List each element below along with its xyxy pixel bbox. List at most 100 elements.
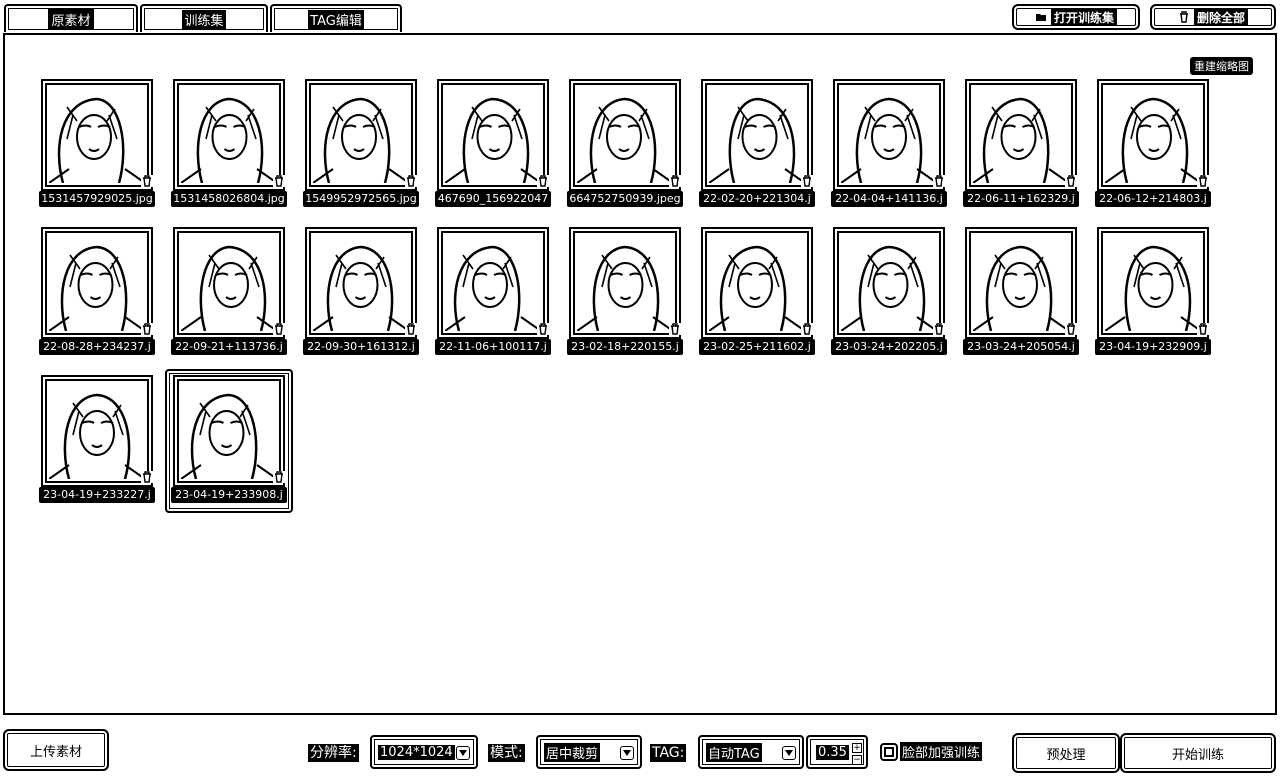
tag-threshold-spinbox[interactable]: 0.35 + − [806,735,868,769]
tab-source-material[interactable]: 原素材 [4,4,138,32]
mode-value: 居中裁剪 [544,742,601,762]
delete-image-icon[interactable] [273,175,285,187]
image-filename: 22-02-20+221304.j [699,191,815,207]
portrait-image [181,393,277,479]
image-thumbnail[interactable]: 23-03-24+205054.j [963,227,1079,355]
image-filename: 23-02-25+211602.j [699,339,815,355]
resolution-select[interactable]: 1024*1024 [370,735,478,769]
thumbnail-image [1097,227,1209,339]
tag-mode-select[interactable]: 自动TAG [698,735,804,769]
image-filename: 22-06-11+162329.j [963,191,1079,207]
portrait-image [49,393,145,479]
delete-image-icon[interactable] [801,323,813,335]
open-training-set-label: 打开训练集 [1050,8,1117,26]
thumbnail-image [833,79,945,191]
tab-training-set-label: 训练集 [182,9,226,29]
thumbnail-image [569,79,681,191]
portrait-image [577,245,673,331]
image-filename: 22-09-30+161312.j [303,339,419,355]
delete-image-icon[interactable] [537,323,549,335]
thumbnail-image [965,79,1077,191]
open-training-set-button[interactable]: 打开训练集 [1012,4,1140,30]
image-filename: 1531457929025.jpg [39,191,155,207]
tab-training-set[interactable]: 训练集 [140,4,268,32]
delete-image-icon[interactable] [141,323,153,335]
image-thumbnail[interactable]: 22-08-28+234237.j [39,227,155,355]
face-boost-checkbox[interactable]: 脸部加强训练 [880,742,983,761]
image-thumbnail[interactable]: 22-09-30+161312.j [303,227,419,355]
image-thumbnail[interactable]: 467690_156922047 [435,79,551,207]
start-training-button[interactable]: 开始训练 [1120,733,1276,773]
decrement-button[interactable]: − [852,755,862,765]
delete-image-icon[interactable] [669,175,681,187]
upload-material-button[interactable]: 上传素材 [3,729,109,771]
image-thumbnail[interactable]: 1549952972565.jpg [303,79,419,207]
image-filename: 1531458026804.jpg [171,191,287,207]
delete-image-icon[interactable] [273,323,285,335]
image-thumbnail[interactable]: 22-09-21+113736.j [171,227,287,355]
delete-image-icon[interactable] [405,175,417,187]
resolution-value: 1024*1024 [378,744,455,760]
image-thumbnail[interactable]: 22-11-06+100117.j [435,227,551,355]
start-training-label: 开始训练 [1171,747,1224,763]
image-filename: 22-08-28+234237.j [39,339,155,355]
image-thumbnail[interactable]: 23-04-19+233227.j [39,375,155,503]
image-thumbnail[interactable]: 23-04-19+233908.j [165,369,293,513]
portrait-image [181,97,277,183]
mode-select[interactable]: 居中裁剪 [536,735,642,769]
delete-image-icon[interactable] [537,175,549,187]
delete-image-icon[interactable] [933,323,945,335]
delete-image-icon[interactable] [1197,175,1209,187]
image-filename: 23-03-24+202205.j [831,339,947,355]
resolution-label: 分辨率: [308,744,359,762]
face-boost-label: 脸部加强训练 [900,742,983,761]
portrait-image [709,245,805,331]
image-thumbnail[interactable]: 23-04-19+232909.j [1095,227,1211,355]
image-thumbnail[interactable]: 22-06-12+214803.j [1095,79,1211,207]
delete-all-button[interactable]: 删除全部 [1150,4,1276,30]
image-thumbnail[interactable]: 1531458026804.jpg [171,79,287,207]
thumbnail-image [305,227,417,339]
delete-image-icon[interactable] [933,175,945,187]
tab-source-material-label: 原素材 [48,8,94,30]
delete-image-icon[interactable] [1065,323,1077,335]
tag-mode-value: 自动TAG [706,742,762,762]
delete-image-icon[interactable] [141,471,153,483]
tab-tag-edit[interactable]: TAG编辑 [270,4,402,32]
image-thumbnail[interactable]: 22-02-20+221304.j [699,79,815,207]
thumbnail-image [41,79,153,191]
portrait-image [445,245,541,331]
image-thumbnail[interactable]: 22-04-04+141136.j [831,79,947,207]
chevron-down-icon [456,746,470,760]
portrait-image [1105,245,1201,331]
image-thumbnail[interactable]: 1531457929025.jpg [39,79,155,207]
image-filename: 467690_156922047 [435,191,551,207]
portrait-image [577,97,673,183]
delete-image-icon[interactable] [405,323,417,335]
image-thumbnail[interactable]: 23-02-25+211602.j [699,227,815,355]
thumbnail-image [41,227,153,339]
image-thumbnail[interactable]: 664752750939.jpeg [567,79,683,207]
delete-image-icon[interactable] [669,323,681,335]
increment-button[interactable]: + [852,743,862,753]
image-filename: 23-04-19+233227.j [39,487,155,503]
delete-image-icon[interactable] [141,175,153,187]
thumbnail-image [437,227,549,339]
thumbnail-image [569,227,681,339]
source-material-panel: 重建缩略图 1531457929025.jpg 1531458026804.jpg… [3,33,1277,715]
image-filename: 22-09-21+113736.j [171,339,287,355]
image-thumbnail[interactable]: 23-02-18+220155.j [567,227,683,355]
image-thumbnail[interactable]: 23-03-24+202205.j [831,227,947,355]
preprocess-button[interactable]: 预处理 [1012,733,1120,773]
delete-image-icon[interactable] [1065,175,1077,187]
portrait-image [49,245,145,331]
thumbnail-image [965,227,1077,339]
image-thumbnail[interactable]: 22-06-11+162329.j [963,79,1079,207]
delete-image-icon[interactable] [1197,323,1209,335]
thumbnail-image [1097,79,1209,191]
delete-image-icon[interactable] [801,175,813,187]
thumbnail-image [833,227,945,339]
delete-image-icon[interactable] [273,471,285,483]
rebuild-thumbnails-button[interactable]: 重建缩略图 [1190,57,1253,75]
mode-label: 模式: [488,744,525,762]
